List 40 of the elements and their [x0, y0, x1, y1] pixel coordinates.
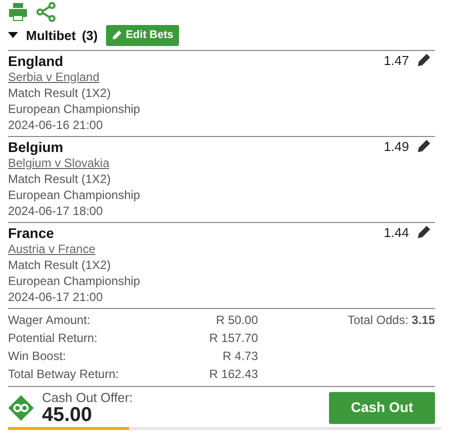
summary-label: Wager Amount: [8, 312, 90, 328]
total-odds: Total Odds: 3.15 [346, 312, 435, 328]
competition-text: European Championship [8, 186, 140, 202]
share-icon[interactable] [36, 2, 56, 22]
pencil-icon [112, 30, 122, 40]
date-text: 2024-06-17 21:00 [8, 288, 103, 304]
summary-label: Total Betway Return: [8, 366, 119, 382]
cash-out-label: Cash Out Offer: [42, 390, 133, 404]
team-name: France [8, 224, 54, 240]
summary-value: R 4.73 [222, 348, 258, 364]
cash-out-amount: 45.00 [42, 404, 94, 424]
summary-label: Potential Return: [8, 330, 98, 346]
summary-value: R 162.43 [209, 366, 258, 382]
cash-out-button[interactable]: Cash Out [329, 392, 435, 424]
market-text: Match Result (1X2) [8, 170, 111, 186]
edit-icon[interactable] [417, 138, 431, 154]
odds-value: 1.47 [384, 52, 409, 68]
match-link[interactable]: Serbia v England [8, 68, 100, 84]
team-name: England [8, 52, 64, 68]
market-text: Match Result (1X2) [8, 84, 111, 100]
caret-icon[interactable] [8, 31, 18, 40]
bet-count: (3) [82, 26, 98, 45]
competition-text: European Championship [8, 100, 140, 116]
edit-icon[interactable] [417, 224, 431, 240]
edit-icon[interactable] [417, 52, 431, 68]
team-name: Belgium [8, 138, 64, 154]
odds-value: 1.49 [384, 138, 409, 154]
market-text: Match Result (1X2) [8, 256, 111, 272]
multibet-title: Multibet [26, 26, 76, 44]
summary-label: Win Boost: [8, 348, 66, 364]
edit-bets-button[interactable]: Edit Bets [106, 25, 180, 46]
summary-value: R 50.00 [216, 312, 258, 328]
print-icon[interactable] [8, 2, 28, 22]
match-link[interactable]: Belgium v Slovakia [8, 154, 110, 170]
summary-value: R 157.70 [209, 330, 258, 346]
odds-value: 1.44 [384, 224, 409, 240]
competition-text: European Championship [8, 272, 140, 288]
date-text: 2024-06-16 21:00 [8, 116, 103, 132]
date-text: 2024-06-17 18:00 [8, 202, 103, 218]
match-link[interactable]: Austria v France [8, 240, 96, 256]
